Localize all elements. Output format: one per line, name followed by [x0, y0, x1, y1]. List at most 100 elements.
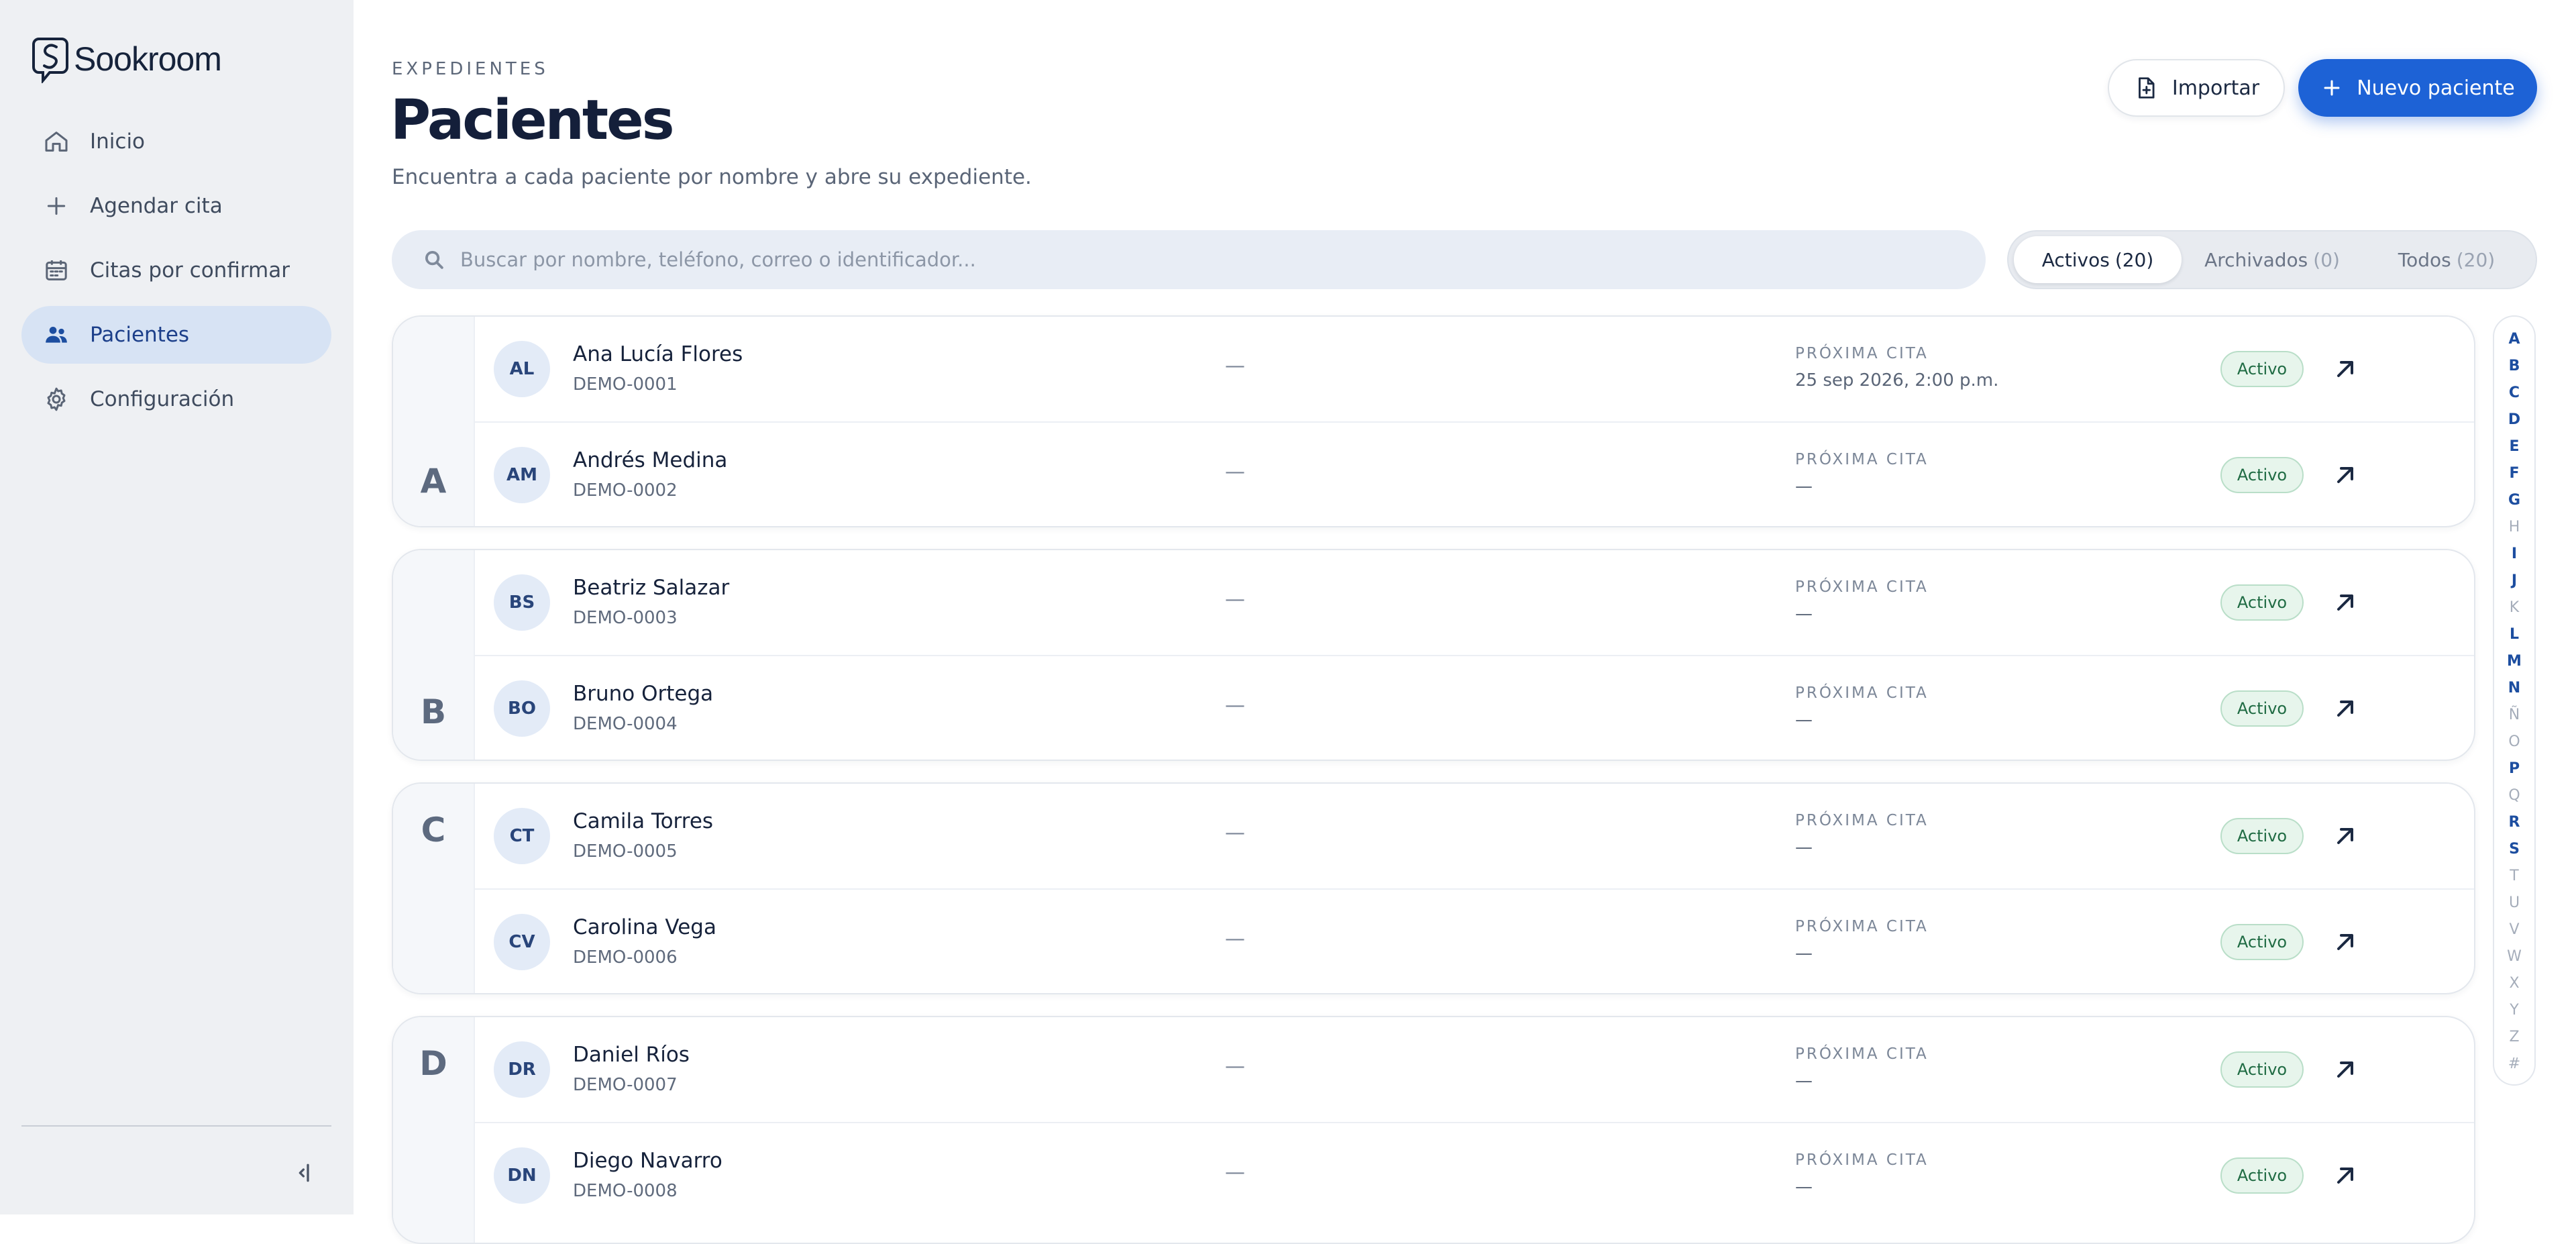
sidebar-item-configuracion[interactable]: Configuración — [21, 370, 331, 428]
gear-icon — [43, 386, 70, 413]
alphabet-letter[interactable]: C — [2509, 380, 2520, 407]
contact-placeholder: — — [1225, 588, 1245, 611]
avatar: AM — [494, 447, 550, 503]
patient-row[interactable]: DR Daniel Ríos DEMO-0007 — PRÓXIMA CITA … — [474, 1017, 2474, 1122]
alphabet-letter: K — [2509, 599, 2520, 616]
users-icon — [43, 321, 70, 348]
import-button[interactable]: Importar — [2108, 59, 2285, 117]
alphabet-letter[interactable]: J — [2512, 568, 2517, 594]
next-appointment-value: — — [1795, 604, 1813, 624]
next-appointment-label: PRÓXIMA CITA — [1795, 578, 1929, 596]
patient-id: DEMO-0002 — [573, 480, 678, 501]
alphabet-letter[interactable]: E — [2509, 433, 2519, 460]
alphabet-letter[interactable]: N — [2508, 675, 2520, 702]
alphabet-letter: Q — [2508, 787, 2520, 804]
open-record-button[interactable] — [2329, 353, 2361, 385]
sidebar-nav: Inicio Agendar cita Citas por confirmar … — [21, 113, 331, 435]
open-record-button[interactable] — [2329, 1053, 2361, 1086]
alphabet-letter: H — [2508, 519, 2520, 535]
patient-row[interactable]: BS Beatriz Salazar DEMO-0003 — PRÓXIMA C… — [474, 550, 2474, 655]
patient-name: Carolina Vega — [573, 915, 716, 939]
avatar: BO — [494, 680, 550, 737]
alphabet-letter[interactable]: B — [2509, 353, 2520, 380]
next-appointment-label: PRÓXIMA CITA — [1795, 451, 1929, 468]
plus-icon — [2320, 76, 2343, 99]
alphabet-letter[interactable]: D — [2508, 407, 2520, 433]
tab-todos[interactable]: Todos (20) — [2363, 236, 2530, 283]
alphabet-letter[interactable]: M — [2507, 648, 2522, 675]
sidebar-item-pacientes[interactable]: Pacientes — [21, 306, 331, 364]
collapse-sidebar-button[interactable] — [291, 1159, 318, 1186]
patient-group-c: C CT Camila Torres DEMO-0005 — PRÓXIMA C… — [392, 782, 2475, 994]
patient-row[interactable]: DN Diego Navarro DEMO-0008 — PRÓXIMA CIT… — [474, 1122, 2474, 1228]
status-badge: Activo — [2220, 924, 2304, 960]
patient-row[interactable]: BO Bruno Ortega DEMO-0004 — PRÓXIMA CITA… — [474, 655, 2474, 760]
status-badge: Activo — [2220, 584, 2304, 621]
contact-placeholder: — — [1225, 1055, 1245, 1078]
tab-archivados[interactable]: Archivados (0) — [2182, 236, 2363, 283]
sidebar-item-label: Configuración — [90, 387, 235, 411]
patient-name: Camila Torres — [573, 809, 714, 833]
alphabet-letter[interactable]: I — [2512, 541, 2517, 568]
group-letter: D — [419, 1044, 447, 1083]
open-record-button[interactable] — [2329, 692, 2361, 725]
alphabet-letter[interactable]: L — [2510, 621, 2519, 648]
open-record-button[interactable] — [2329, 820, 2361, 852]
open-record-button[interactable] — [2329, 459, 2361, 491]
arrow-up-right-icon — [2337, 1168, 2353, 1184]
next-appointment-value: — — [1795, 943, 1813, 964]
next-appointment-label: PRÓXIMA CITA — [1795, 918, 1929, 935]
arrow-up-right-icon — [2337, 828, 2353, 844]
alphabet-letter[interactable]: F — [2509, 460, 2519, 487]
contact-placeholder: — — [1225, 1161, 1245, 1184]
alphabet-letter: U — [2508, 894, 2520, 911]
avatar: DR — [494, 1041, 550, 1098]
patient-row[interactable]: AL Ana Lucía Flores DEMO-0001 — PRÓXIMA … — [474, 317, 2474, 421]
contact-placeholder: — — [1225, 694, 1245, 717]
alphabet-letter[interactable]: A — [2508, 326, 2520, 353]
next-appointment-label: PRÓXIMA CITA — [1795, 1045, 1929, 1063]
tab-count: (0) — [2313, 248, 2340, 271]
tab-activos[interactable]: Activos (20) — [2014, 236, 2182, 283]
patient-name: Ana Lucía Flores — [573, 342, 743, 366]
tab-count: (20) — [2114, 248, 2154, 271]
brand-logo[interactable]: Sookroom — [32, 35, 222, 83]
alphabet-letter[interactable]: P — [2509, 756, 2520, 782]
alphabet-letter[interactable]: G — [2508, 487, 2520, 514]
patient-row[interactable]: AM Andrés Medina DEMO-0002 — PRÓXIMA CIT… — [474, 421, 2474, 526]
sidebar-divider — [21, 1125, 331, 1127]
status-badge: Activo — [2220, 1157, 2304, 1194]
search-input[interactable] — [459, 248, 1937, 272]
alphabet-letter[interactable]: R — [2509, 809, 2520, 836]
open-record-button[interactable] — [2329, 1159, 2361, 1192]
arrow-up-right-icon — [2337, 361, 2353, 377]
patient-row[interactable]: CV Carolina Vega DEMO-0006 — PRÓXIMA CIT… — [474, 888, 2474, 993]
sidebar-item-agendar-cita[interactable]: Agendar cita — [21, 177, 331, 235]
patient-id: DEMO-0008 — [573, 1181, 678, 1201]
status-badge: Activo — [2220, 457, 2304, 493]
sidebar-item-label: Inicio — [90, 129, 146, 154]
next-appointment-label: PRÓXIMA CITA — [1795, 1151, 1929, 1169]
page-eyebrow: EXPEDIENTES — [392, 59, 549, 79]
tab-label: Archivados — [2204, 248, 2308, 271]
tab-count: (20) — [2456, 248, 2496, 271]
sidebar-item-citas-por-confirmar[interactable]: Citas por confirmar — [21, 242, 331, 299]
sidebar-item-label: Agendar cita — [90, 194, 223, 218]
page-title: Pacientes — [390, 89, 675, 152]
next-appointment-value: — — [1795, 837, 1813, 858]
contact-placeholder: — — [1225, 354, 1245, 378]
sidebar-item-inicio[interactable]: Inicio — [21, 113, 331, 170]
contact-placeholder: — — [1225, 460, 1245, 484]
contact-placeholder: — — [1225, 821, 1245, 845]
alphabet-letter: Z — [2509, 1029, 2520, 1045]
alphabet-letter[interactable]: S — [2509, 836, 2520, 863]
patient-row[interactable]: CT Camila Torres DEMO-0005 — PRÓXIMA CIT… — [474, 784, 2474, 888]
open-record-button[interactable] — [2329, 586, 2361, 619]
patient-name: Diego Navarro — [573, 1149, 722, 1173]
next-appointment-label: PRÓXIMA CITA — [1795, 812, 1929, 829]
open-record-button[interactable] — [2329, 926, 2361, 958]
patient-group-b: B BS Beatriz Salazar DEMO-0003 — PRÓXIMA… — [392, 549, 2475, 761]
new-patient-button[interactable]: Nuevo paciente — [2298, 59, 2537, 117]
alphabet-index: A B C D E F G H I J K L M N Ñ O P Q R S T U V W X Y Z # — [2493, 315, 2536, 1086]
avatar: CV — [494, 914, 550, 970]
